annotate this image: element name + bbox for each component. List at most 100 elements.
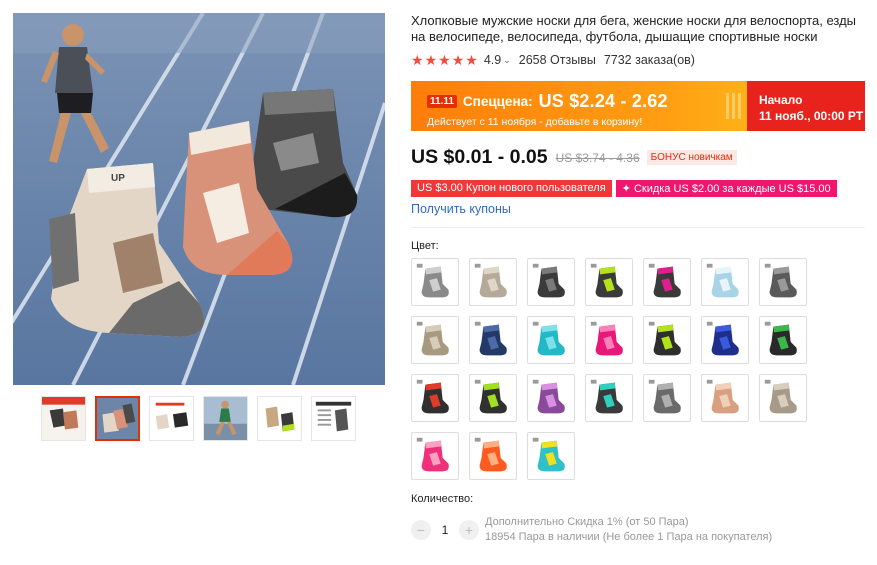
color-swatch-22[interactable] (411, 432, 459, 480)
decrease-quantity-button[interactable]: − (411, 520, 431, 540)
thumbnail-5[interactable] (257, 396, 302, 441)
sock-icon (532, 379, 565, 414)
color-swatch-grid (411, 258, 807, 480)
color-swatch-20[interactable] (701, 374, 749, 422)
color-swatch-24[interactable] (527, 432, 575, 480)
color-swatch-23[interactable] (469, 432, 517, 480)
sock-icon (648, 321, 681, 356)
sock-icon (416, 379, 449, 414)
get-coupons-link[interactable]: Получить купоны (411, 202, 511, 216)
quantity-input[interactable]: 1 (431, 523, 459, 537)
chevron-down-icon[interactable]: ⌄ (503, 55, 511, 66)
star-icon: ★ (424, 52, 438, 68)
size-chart-icon (312, 397, 355, 440)
sock-icon (416, 437, 449, 472)
sock-icon (764, 321, 797, 356)
color-swatch-4[interactable] (585, 258, 633, 306)
color-swatch-7[interactable] (759, 258, 807, 306)
promo-stripes-decoration (726, 93, 741, 119)
thumbnail-strip (41, 396, 356, 441)
socks-white-icon (150, 397, 193, 440)
sock-icon (532, 437, 565, 472)
star-icon: ★ (451, 52, 465, 68)
star-icon: ★ (438, 52, 451, 68)
color-swatch-5[interactable] (643, 258, 691, 306)
store-discount-coupon[interactable]: ✦ Скидка US $2.00 за каждые US $15.00 (615, 180, 837, 197)
sock-icon (474, 379, 507, 414)
bulk-discount-note: Дополнительно Скидка 1% (от 50 Пара) (485, 516, 689, 528)
star-icon: ★ (465, 52, 478, 68)
color-swatch-3[interactable] (527, 258, 575, 306)
orders-count: 7732 заказа(ов) (603, 53, 695, 67)
runner-track-icon (204, 397, 247, 440)
reviews-link[interactable]: 2658 Отзывы (519, 53, 596, 67)
socks-track-icon (97, 398, 138, 439)
color-swatch-14[interactable] (759, 316, 807, 364)
rating-stars: ★ ★ ★ ★ ★ (411, 53, 478, 67)
color-swatch-6[interactable] (701, 258, 749, 306)
sock-icon (706, 263, 739, 298)
sock-icon (648, 379, 681, 414)
sock-icon (416, 321, 449, 356)
color-label: Цвет: (411, 240, 439, 252)
new-user-coupon[interactable]: US $3.00 Купон нового пользователя (411, 180, 612, 197)
promo-label: Спеццена: (462, 94, 533, 109)
thumbnail-4[interactable] (203, 396, 248, 441)
quantity-label: Количество: (411, 493, 474, 505)
sale-badge: 11.11 (427, 95, 457, 108)
rating-row: ★ ★ ★ ★ ★ 4.9 ⌄ 2658 Отзывы 7732 заказа(… (411, 53, 695, 67)
promo-start-panel: Начало 11 нояб., 00:00 PT (747, 81, 865, 131)
sock-icon (474, 263, 507, 298)
color-swatch-12[interactable] (643, 316, 691, 364)
coupon-row: US $3.00 Купон нового пользователя ✦ Ски… (411, 180, 837, 197)
sock-icon (590, 379, 623, 414)
color-swatch-2[interactable] (469, 258, 517, 306)
newbie-bonus-badge: БОНУС новичкам (646, 150, 737, 165)
color-swatch-8[interactable] (411, 316, 459, 364)
sock-icon (416, 263, 449, 298)
color-swatch-16[interactable] (469, 374, 517, 422)
color-swatch-10[interactable] (527, 316, 575, 364)
promo-start-label: Начало (759, 93, 803, 107)
quantity-info: Дополнительно Скидка 1% (от 50 Пара) 189… (485, 515, 772, 545)
color-swatch-21[interactable] (759, 374, 807, 422)
sock-icon (532, 263, 565, 298)
promo-subtext: Действует с 11 ноября - добавьте в корзи… (427, 116, 643, 128)
star-icon: ★ (411, 52, 424, 68)
old-price: US $3.74 - 4.36 (555, 150, 640, 165)
thumbnail-6[interactable] (311, 396, 356, 441)
sock-icon (590, 263, 623, 298)
color-swatch-9[interactable] (469, 316, 517, 364)
color-swatch-11[interactable] (585, 316, 633, 364)
sock-icon (764, 379, 797, 414)
color-swatch-17[interactable] (527, 374, 575, 422)
sock-icon (532, 321, 565, 356)
sock-icon (474, 321, 507, 356)
main-product-image[interactable]: UP (13, 13, 385, 385)
svg-text:UP: UP (111, 173, 125, 184)
divider (411, 227, 865, 228)
color-swatch-15[interactable] (411, 374, 459, 422)
promo-price-panel: 11.11 Спеццена: US $2.24 - 2.62 Действуе… (411, 81, 747, 131)
thumbnail-1[interactable] (41, 396, 86, 441)
promo-start-time: 11 нояб., 00:00 PT (759, 109, 864, 123)
stock-note: 18954 Пара в наличии (Не более 1 Пара на… (485, 531, 773, 543)
sock-icon (706, 379, 739, 414)
color-swatch-19[interactable] (643, 374, 691, 422)
socks-pair-icon (258, 397, 301, 440)
increase-quantity-button[interactable]: + (459, 520, 479, 540)
thumbnail-3[interactable] (149, 396, 194, 441)
sock-icon (764, 263, 797, 298)
color-swatch-18[interactable] (585, 374, 633, 422)
sock-icon (590, 321, 623, 356)
sock-icon (648, 263, 681, 298)
current-price: US $0.01 - 0.05 (411, 146, 548, 168)
product-title: Хлопковые мужские носки для бега, женски… (411, 13, 857, 44)
price-row: US $0.01 - 0.05 US $3.74 - 4.36 БОНУС но… (411, 146, 737, 169)
running-socks-photo: UP (13, 13, 385, 385)
rating-value[interactable]: 4.9 (484, 53, 501, 67)
thumbnail-2[interactable] (95, 396, 140, 441)
socks-promo-icon (42, 397, 85, 440)
color-swatch-13[interactable] (701, 316, 749, 364)
color-swatch-1[interactable] (411, 258, 459, 306)
